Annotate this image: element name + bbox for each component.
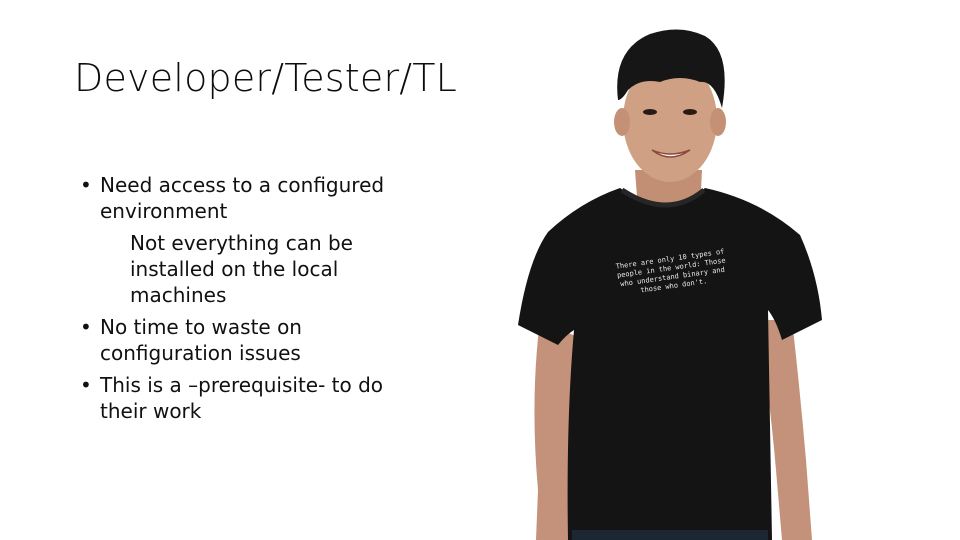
slide: Developer/Tester/TL • Need access to a c… [0, 0, 960, 540]
bullet-item: • No time to waste on configuration issu… [78, 314, 408, 366]
bullet-item: • Need access to a configured environmen… [78, 172, 408, 224]
bullet-text: No time to waste on configuration issues [100, 315, 302, 365]
bullet-icon: • [80, 373, 92, 397]
bullet-text: This is a –prerequisite- to do their wor… [100, 373, 384, 423]
bullet-icon: • [80, 315, 92, 339]
bullet-list: • Need access to a configured environmen… [78, 172, 408, 430]
jeans [572, 530, 768, 540]
bullet-item: • This is a –prerequisite- to do their w… [78, 372, 408, 424]
bullet-text: Need access to a configured environment [100, 173, 385, 223]
sub-item: Not everything can be installed on the l… [130, 231, 353, 307]
right-ear [710, 108, 726, 136]
bullet-icon: • [80, 173, 92, 197]
right-eye [683, 109, 697, 115]
left-ear [614, 108, 630, 136]
left-eye [643, 109, 657, 115]
slide-title: Developer/Tester/TL [74, 56, 458, 100]
